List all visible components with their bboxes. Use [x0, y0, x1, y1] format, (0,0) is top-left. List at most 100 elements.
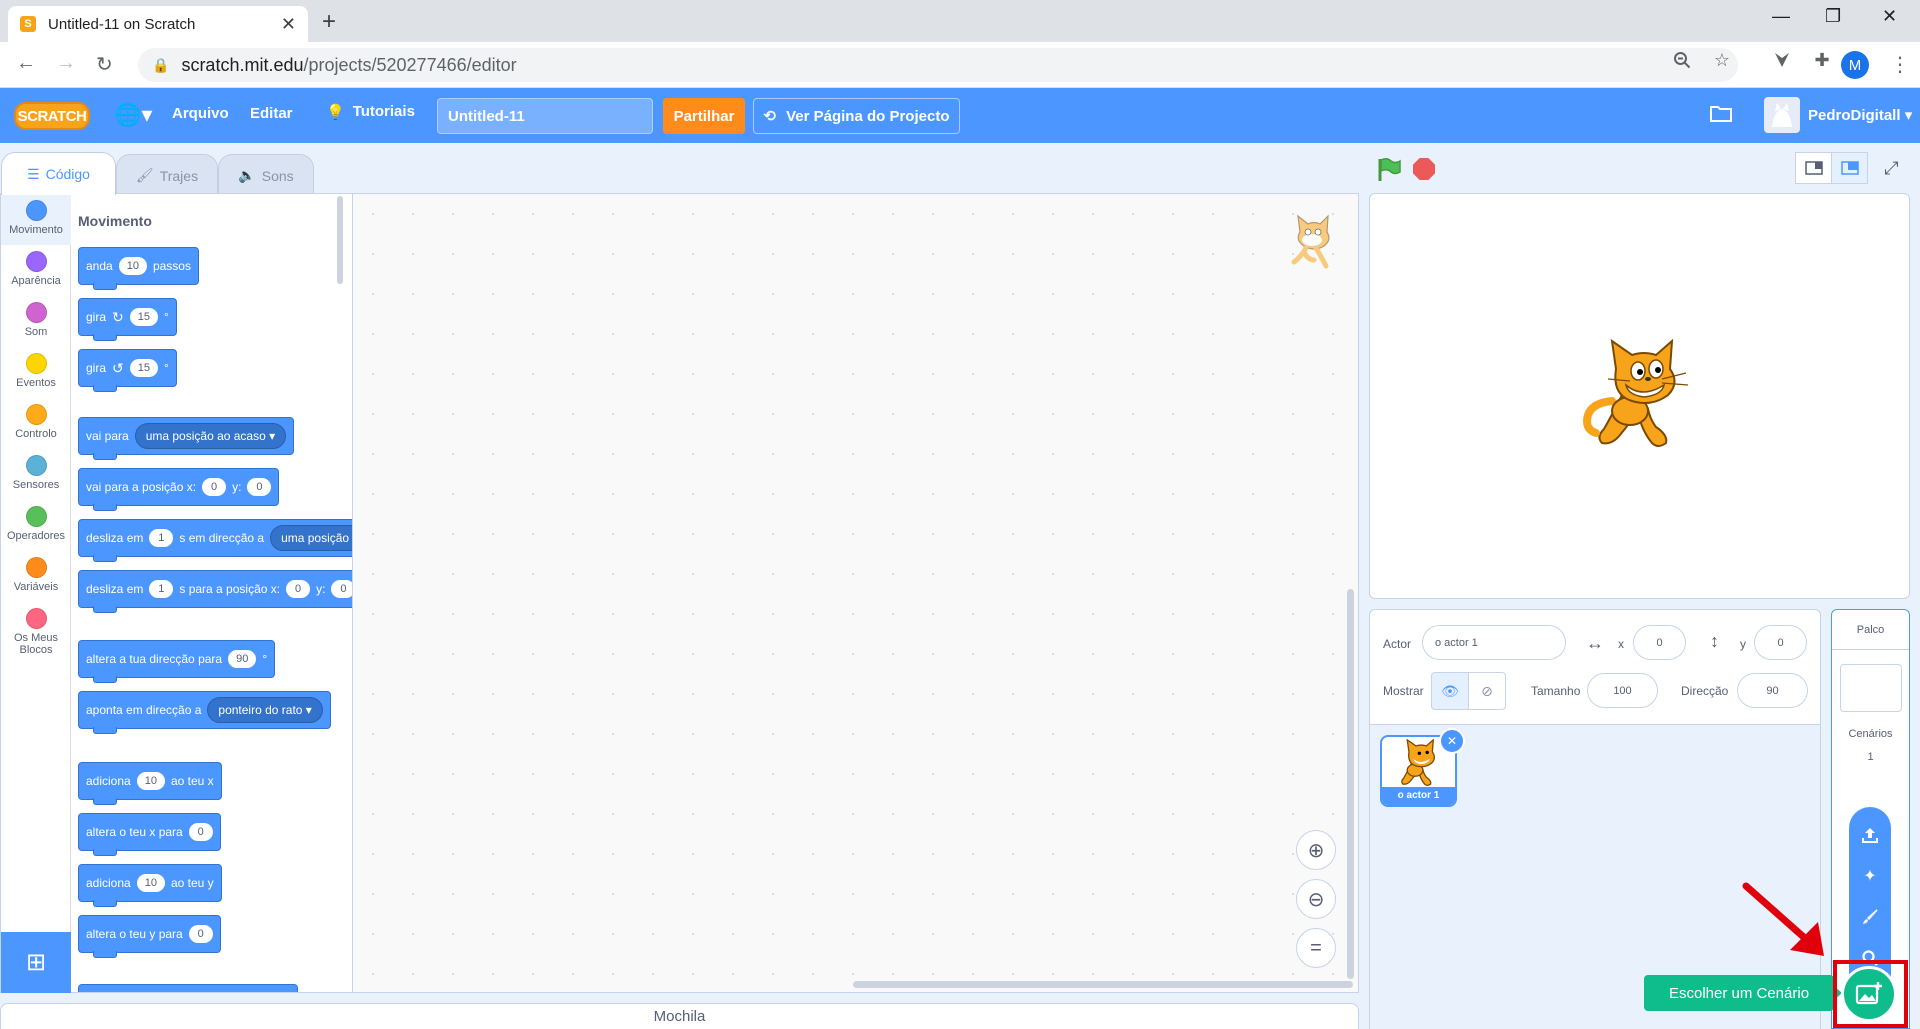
see-project-page-button[interactable]: ⟲ Ver Página do Projecto — [753, 98, 960, 134]
browser-tab[interactable]: S Untitled-11 on Scratch ✕ — [8, 6, 308, 42]
category-motion[interactable]: Movimento — [1, 194, 71, 245]
direction-input[interactable]: 90 — [1737, 673, 1808, 708]
block-input[interactable]: 0 — [286, 580, 311, 598]
block-input[interactable]: 0 — [188, 823, 213, 841]
add-extension-button[interactable]: ⊞ — [1, 932, 71, 993]
block-input[interactable]: 15 — [129, 359, 158, 377]
forward-icon[interactable]: → — [56, 52, 76, 75]
tab-costumes[interactable]: 🖌 Trajes — [116, 154, 218, 196]
category-sensing[interactable]: Sensores — [1, 449, 71, 500]
close-window-icon[interactable]: ✕ — [1882, 6, 1897, 27]
new-tab-icon[interactable]: + — [322, 8, 336, 36]
choose-backdrop-button[interactable] — [1841, 966, 1897, 1022]
menu-tutorials[interactable]: 💡 Tutoriais — [326, 103, 415, 121]
block-point-direction[interactable]: altera a tua direcção para 90 ° — [78, 640, 276, 683]
block-dropdown[interactable]: uma posição ao acaso ▾ — [134, 423, 287, 449]
palette-scrollbar[interactable] — [337, 196, 343, 284]
extensions-area: ✚ — [1770, 48, 1834, 72]
close-tab-icon[interactable]: ✕ — [281, 14, 296, 35]
back-icon[interactable]: ← — [16, 52, 36, 75]
normal-stage-button[interactable] — [1831, 152, 1868, 184]
block-input[interactable]: 15 — [129, 308, 158, 326]
workspace-vertical-scrollbar[interactable] — [1347, 589, 1354, 979]
block-input[interactable]: 0 — [247, 478, 272, 496]
puzzle-icon[interactable]: ✚ — [1810, 48, 1834, 72]
zoom-reset-button[interactable]: = — [1296, 928, 1336, 968]
category-operators[interactable]: Operadores — [1, 500, 71, 551]
block-dropdown[interactable]: uma posição ao acaso ▾ — [270, 525, 353, 551]
block-set-y[interactable]: altera o teu y para 0 — [78, 915, 221, 958]
fullscreen-button[interactable]: ⤢ — [1873, 152, 1910, 184]
category-sound[interactable]: Som — [1, 296, 71, 347]
scratch-logo[interactable]: SCRATCH — [14, 102, 90, 130]
zoom-icon[interactable] — [1670, 48, 1694, 72]
block-input[interactable]: 1 — [149, 529, 174, 547]
minimize-icon[interactable]: — — [1772, 6, 1790, 27]
block-input[interactable]: 10 — [136, 874, 165, 892]
x-position-input[interactable]: 0 — [1633, 625, 1686, 660]
browser-menu-icon[interactable]: ⋮ — [1890, 52, 1910, 77]
block-set-x[interactable]: altera o teu x para 0 — [78, 813, 221, 856]
stage-canvas[interactable] — [1369, 193, 1910, 599]
block-move-steps[interactable]: anda 10 passos — [78, 247, 199, 290]
stop-button[interactable] — [1413, 158, 1435, 180]
sprite-name-input[interactable]: o actor 1 — [1422, 625, 1566, 660]
my-stuff-folder-icon[interactable] — [1710, 104, 1732, 128]
address-bar[interactable]: 🔒 scratch.mit.edu /projects/520277466/ed… — [138, 48, 1738, 82]
bookmark-star-icon[interactable]: ☆ — [1710, 48, 1734, 72]
hide-sprite-button[interactable]: ⊘ — [1468, 672, 1506, 710]
y-position-input[interactable]: 0 — [1754, 625, 1807, 660]
username-menu[interactable]: PedroDigitall ▾ — [1808, 106, 1912, 124]
block-glide-to[interactable]: desliza em 1 s em direcção a uma posição… — [78, 519, 353, 562]
block-turn-right[interactable]: gira ↻ 15 ° — [78, 298, 177, 341]
delete-sprite-button[interactable]: ✕ — [1439, 728, 1465, 754]
upload-backdrop-button[interactable] — [1849, 815, 1891, 855]
category-control[interactable]: Controlo — [1, 398, 71, 449]
tab-sounds[interactable]: 🔈 Sons — [218, 154, 314, 196]
menu-edit[interactable]: Editar — [250, 105, 293, 122]
workspace-horizontal-scrollbar[interactable] — [853, 981, 1353, 988]
backpack-bar[interactable]: Mochila — [0, 1003, 1359, 1029]
block-input[interactable]: 0 — [331, 580, 353, 598]
block-change-y[interactable]: adiciona 10 ao teu y — [78, 864, 222, 907]
category-events[interactable]: Eventos — [1, 347, 71, 398]
code-workspace[interactable]: ⊕ ⊖ = — [352, 193, 1359, 993]
block-partial[interactable] — [78, 984, 298, 992]
block-turn-left[interactable]: gira ↺ 15 ° — [78, 349, 177, 392]
block-go-to-xy[interactable]: vai para a posição x: 0 y: 0 — [78, 468, 280, 511]
language-globe-icon[interactable]: 🌐▾ — [114, 102, 152, 128]
extension-icon[interactable] — [1770, 48, 1794, 72]
category-dot-icon — [25, 506, 47, 527]
block-glide-to-xy[interactable]: desliza em 1 s para a posição x: 0 y: 0 — [78, 570, 353, 613]
size-input[interactable]: 100 — [1587, 673, 1658, 708]
paint-backdrop-button[interactable] — [1849, 897, 1891, 937]
menu-file[interactable]: Arquivo — [172, 105, 229, 122]
surprise-backdrop-button[interactable]: ✦ — [1849, 856, 1891, 896]
block-input[interactable]: 1 — [149, 580, 174, 598]
restore-icon[interactable]: ❐ — [1825, 6, 1841, 27]
zoom-in-button[interactable]: ⊕ — [1296, 830, 1336, 870]
block-input[interactable]: 90 — [228, 650, 257, 668]
category-variables[interactable]: Variáveis — [1, 551, 71, 602]
small-stage-button[interactable] — [1795, 152, 1832, 184]
category-my-blocks[interactable]: Os Meus Blocos — [1, 602, 71, 664]
cat-sprite-on-stage[interactable] — [1582, 338, 1694, 464]
green-flag-button[interactable] — [1375, 156, 1403, 184]
zoom-out-button[interactable]: ⊖ — [1296, 879, 1336, 919]
block-go-to[interactable]: vai para uma posição ao acaso ▾ — [78, 417, 295, 460]
project-title-input[interactable] — [437, 98, 653, 134]
category-looks[interactable]: Aparência — [1, 245, 71, 296]
block-point-towards[interactable]: aponta em direcção a ponteiro do rato ▾ — [78, 691, 331, 734]
tab-code[interactable]: ☰ Código — [1, 152, 116, 195]
block-input[interactable]: 0 — [188, 925, 213, 943]
user-avatar[interactable] — [1764, 97, 1800, 133]
block-change-x[interactable]: adiciona 10 ao teu x — [78, 762, 222, 805]
block-input[interactable]: 0 — [202, 478, 227, 496]
show-sprite-button[interactable]: 👁 — [1431, 672, 1469, 710]
block-dropdown[interactable]: ponteiro do rato ▾ — [207, 697, 323, 723]
block-input[interactable]: 10 — [118, 257, 147, 275]
browser-profile-avatar[interactable]: M — [1841, 51, 1869, 79]
share-button[interactable]: Partilhar — [663, 98, 745, 134]
block-input[interactable]: 10 — [136, 772, 165, 790]
reload-icon[interactable]: ↻ — [96, 52, 113, 77]
